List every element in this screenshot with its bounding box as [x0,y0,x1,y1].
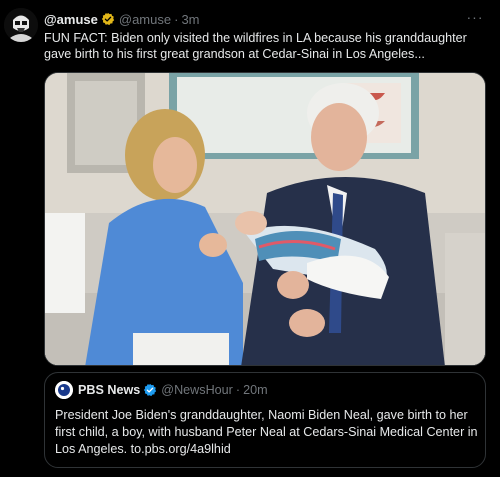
quoted-tweet-text: President Joe Biden's granddaughter, Nao… [55,408,478,456]
photo-icon [45,73,485,365]
separator-dot: · [174,11,179,27]
quoted-tweet[interactable]: PBS News @NewsHour · 20m President Joe B… [44,372,486,468]
tweet-text: FUN FACT: Biden only visited the wildfir… [44,31,467,61]
author-display-name[interactable]: @amuse [44,12,98,27]
quoted-tweet-header: PBS News @NewsHour · 20m [55,381,268,399]
verified-badge-icon [101,12,114,26]
quoted-tweet-timestamp[interactable]: 20m [243,383,268,397]
verified-badge-icon [144,383,157,397]
tweet-photo[interactable] [44,72,486,366]
tweet: @amuse @amuse · 3m ··· FUN FACT: Biden o… [0,0,500,477]
author-handle[interactable]: @amuse [119,12,171,27]
separator-dot: · [235,383,241,397]
quoted-author-handle[interactable]: @NewsHour [161,383,233,397]
pbs-logo-icon[interactable] [55,381,73,399]
tweet-timestamp[interactable]: 3m [181,12,199,27]
more-options-icon[interactable]: ··· [464,8,486,26]
quoted-author-display-name[interactable]: PBS News [78,383,140,397]
stormtrooper-avatar-icon[interactable] [4,8,38,42]
tweet-header: @amuse @amuse · 3m [44,10,480,28]
